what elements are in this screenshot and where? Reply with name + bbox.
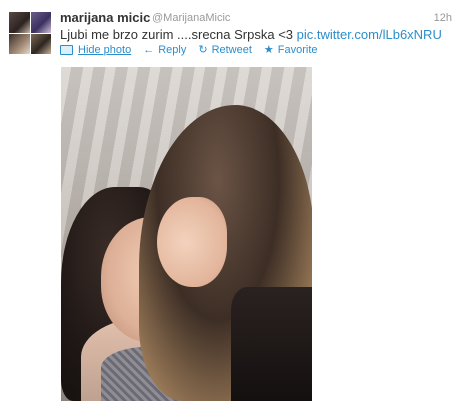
photo-link[interactable]: pic.twitter.com/lLb6xNRU: [297, 27, 442, 42]
favorite-icon: ★: [263, 43, 274, 56]
avatar[interactable]: [9, 12, 51, 54]
reply-button[interactable]: ← Reply: [143, 44, 186, 56]
tweet-body: Ljubi me brzo zurim ....srecna Srpska <3: [60, 27, 297, 42]
timestamp[interactable]: 12h: [434, 12, 452, 24]
tweet: marijana micic @MarijanaMicic 12h Ljubi …: [0, 0, 460, 406]
tweet-photo[interactable]: [61, 67, 312, 401]
hide-photo-button[interactable]: Hide photo: [60, 44, 131, 56]
reply-icon: ←: [143, 43, 155, 56]
favorite-button[interactable]: ★ Favorite: [264, 44, 318, 56]
retweet-icon: ↻: [198, 43, 208, 56]
hide-photo-label: Hide photo: [78, 44, 132, 56]
avatar-tile: [30, 33, 51, 54]
tweet-text: Ljubi me brzo zurim ....srecna Srpska <3…: [60, 27, 442, 42]
favorite-label: Favorite: [277, 44, 318, 56]
avatar-tile: [9, 33, 30, 54]
tweet-actions: Hide photo ← Reply ↻ Retweet ★ Favorite: [60, 44, 330, 56]
photo-shape: [231, 287, 312, 401]
retweet-label: Retweet: [211, 44, 252, 56]
reply-label: Reply: [158, 44, 187, 56]
photo-shape: [157, 197, 227, 287]
avatar-tile: [9, 12, 30, 33]
avatar-tile: [30, 12, 51, 33]
user-name[interactable]: marijana micic: [60, 10, 150, 25]
retweet-button[interactable]: ↻ Retweet: [198, 44, 252, 56]
user-handle[interactable]: @MarijanaMicic: [152, 12, 230, 24]
photo-icon: [60, 45, 73, 55]
